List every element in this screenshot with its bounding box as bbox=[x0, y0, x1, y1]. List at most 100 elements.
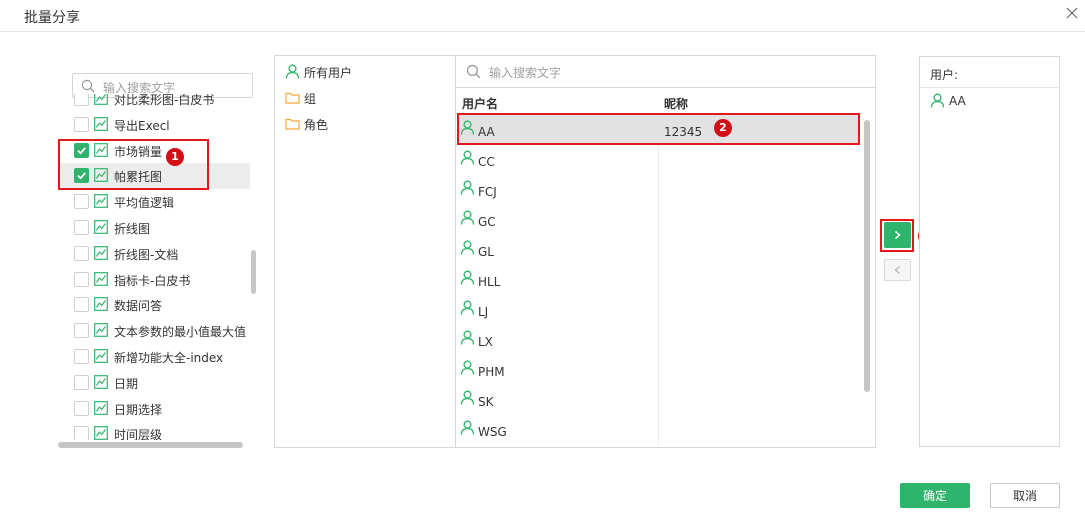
annotation-box-1 bbox=[58, 139, 209, 190]
resource-list-item[interactable]: 对比柔形图-白皮书 bbox=[58, 94, 250, 112]
search-icon[interactable] bbox=[466, 64, 481, 79]
user-table-scrollbar[interactable] bbox=[864, 120, 870, 392]
user-search-input[interactable]: 输入搜索文字 bbox=[489, 64, 561, 81]
user-table-row[interactable]: PHM bbox=[457, 355, 860, 385]
header-divider bbox=[0, 31, 1085, 32]
user-table-row[interactable]: LX bbox=[457, 325, 860, 355]
user-search-divider bbox=[456, 87, 875, 88]
resource-list-item[interactable]: 平均值逻辑 bbox=[58, 189, 250, 215]
line-chart-icon bbox=[94, 194, 108, 209]
user-icon bbox=[460, 240, 475, 255]
confirm-button[interactable]: 确定 bbox=[900, 483, 970, 508]
marker-2: 2 bbox=[714, 119, 732, 137]
user-icon bbox=[460, 390, 475, 405]
user-name: GC bbox=[478, 215, 496, 229]
resource-label: 折线图 bbox=[114, 222, 151, 236]
checkbox[interactable] bbox=[74, 245, 89, 261]
resource-list-item[interactable]: 日期 bbox=[58, 370, 250, 396]
resource-vertical-scrollbar[interactable] bbox=[251, 250, 256, 294]
resource-list-item[interactable]: 日期选择 bbox=[58, 396, 250, 422]
resource-label: 时间层级 bbox=[114, 428, 163, 440]
user-icon bbox=[460, 330, 475, 345]
marker-1: 1 bbox=[166, 148, 184, 166]
search-icon bbox=[81, 79, 95, 93]
line-chart-icon bbox=[94, 94, 108, 105]
user-icon bbox=[460, 270, 475, 285]
resource-horizontal-scrollbar[interactable] bbox=[58, 442, 243, 448]
resource-list-item[interactable]: 数据问答 bbox=[58, 292, 250, 318]
resource-label: 指标卡-白皮书 bbox=[114, 273, 191, 288]
checkbox[interactable] bbox=[74, 323, 89, 339]
selected-users-divider bbox=[920, 87, 1059, 88]
chevron-left-icon bbox=[894, 266, 900, 274]
checkbox[interactable] bbox=[74, 349, 89, 364]
checkbox[interactable] bbox=[74, 271, 89, 287]
user-name: PHM bbox=[478, 365, 505, 379]
user-table-row[interactable]: GL bbox=[457, 235, 860, 265]
line-chart-icon bbox=[94, 271, 108, 286]
user-table-row[interactable]: CC bbox=[457, 145, 860, 175]
user-icon bbox=[460, 360, 475, 375]
resource-list-item[interactable]: 折线图-文档 bbox=[58, 241, 250, 267]
line-chart-icon bbox=[94, 220, 108, 234]
user-icon bbox=[460, 210, 475, 225]
resource-list-item[interactable]: 文本参数的最小值最大值 bbox=[58, 318, 250, 344]
user-icon bbox=[460, 180, 475, 195]
resource-list-item[interactable]: 指标卡-白皮书 bbox=[58, 267, 250, 293]
resource-list-item[interactable]: 导出Execl bbox=[58, 112, 250, 138]
tree-item-label: 组 bbox=[304, 92, 317, 106]
user-table-row[interactable]: LJ bbox=[457, 295, 860, 325]
close-icon[interactable] bbox=[1064, 5, 1080, 21]
user-name: LJ bbox=[478, 305, 489, 319]
user-table-row[interactable]: SK bbox=[457, 385, 860, 415]
line-chart-icon bbox=[94, 245, 108, 260]
user-table-row[interactable]: FCJ bbox=[457, 175, 860, 205]
dialog-title: 批量分享 bbox=[24, 10, 80, 26]
resource-label: 新增功能大全-index bbox=[114, 351, 224, 365]
user-icon bbox=[460, 420, 475, 435]
folder-icon bbox=[285, 90, 300, 105]
checkbox[interactable] bbox=[74, 94, 89, 106]
resource-list-item[interactable]: 时间层级 bbox=[58, 421, 250, 440]
checkbox[interactable] bbox=[74, 374, 89, 390]
user-table-row[interactable]: HLL bbox=[457, 265, 860, 295]
user-name: LX bbox=[478, 335, 493, 349]
checkbox[interactable] bbox=[74, 194, 89, 210]
user-name: WSG bbox=[478, 425, 507, 439]
resource-label: 文本参数的最小值最大值 bbox=[114, 325, 247, 340]
user-name: CC bbox=[478, 155, 495, 169]
line-chart-icon bbox=[94, 116, 108, 131]
annotation-box-2 bbox=[457, 113, 860, 145]
resource-label: 日期 bbox=[114, 376, 139, 391]
user-table-row[interactable]: WSG bbox=[457, 415, 860, 445]
resource-list-item[interactable]: 新增功能大全-index bbox=[58, 344, 250, 370]
resource-label: 对比柔形图-白皮书 bbox=[114, 94, 215, 107]
resource-label: 日期选择 bbox=[114, 402, 163, 417]
checkbox[interactable] bbox=[74, 220, 89, 235]
user-icon bbox=[285, 64, 300, 79]
resource-label: 折线图-文档 bbox=[114, 247, 179, 262]
user-name: SK bbox=[478, 395, 494, 409]
user-table-row[interactable]: GC bbox=[457, 205, 860, 235]
annotation-box-3 bbox=[880, 219, 914, 252]
checkbox[interactable] bbox=[74, 116, 89, 132]
line-chart-icon bbox=[94, 374, 108, 389]
line-chart-icon bbox=[94, 426, 108, 440]
selected-user-name: AA bbox=[949, 94, 966, 108]
selected-users-panel bbox=[919, 56, 1060, 447]
tree-item-label: 所有用户 bbox=[304, 66, 353, 80]
column-header-username: 用户名 bbox=[462, 97, 499, 111]
column-header-nickname: 昵称 bbox=[664, 97, 689, 111]
folder-icon bbox=[285, 116, 300, 131]
checkbox[interactable] bbox=[74, 426, 89, 440]
resource-label: 平均值逻辑 bbox=[114, 196, 175, 211]
user-icon bbox=[460, 150, 475, 165]
cancel-button[interactable]: 取消 bbox=[990, 483, 1060, 508]
checkbox[interactable] bbox=[74, 297, 89, 313]
remove-from-selection-button[interactable] bbox=[884, 259, 911, 281]
line-chart-icon bbox=[94, 400, 108, 415]
user-name: GL bbox=[478, 245, 494, 259]
resource-list-item[interactable]: 折线图 bbox=[58, 215, 250, 241]
user-name: FCJ bbox=[478, 185, 497, 199]
checkbox[interactable] bbox=[74, 400, 89, 416]
